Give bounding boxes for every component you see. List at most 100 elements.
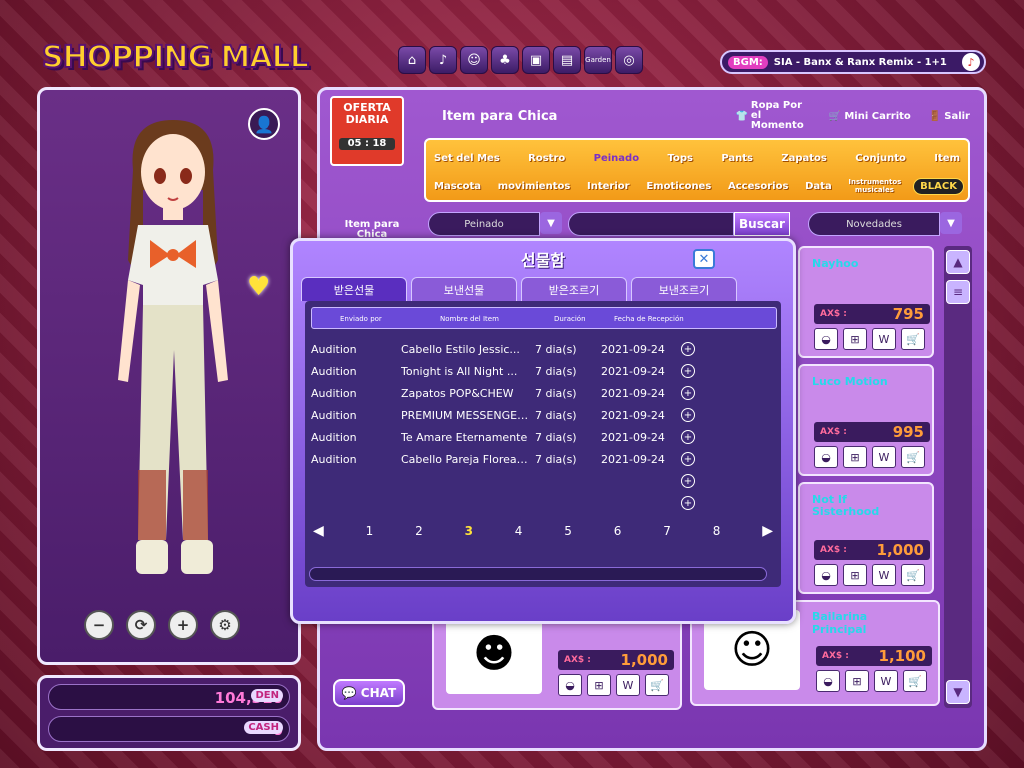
tab-black[interactable]: BLACK xyxy=(913,177,964,195)
side-category-label[interactable]: Item para Chica xyxy=(332,220,412,240)
next-page-icon[interactable]: ▶ xyxy=(762,523,773,539)
table-row[interactable]: Audition Te Amare Eternamente 7 dia(s) 2021… xyxy=(305,427,781,449)
cart-icon[interactable]: 🛒 xyxy=(901,446,925,468)
table-row[interactable]: Audition Cabello Estilo Jessic... 7 dia(s)… xyxy=(305,339,781,361)
prev-page-icon[interactable]: ◀ xyxy=(313,523,324,539)
tab-emoticones[interactable]: Emoticones xyxy=(642,181,715,192)
table-row[interactable]: Audition Tonight is All Night ... 7 dia(s)… xyxy=(305,361,781,383)
page-1[interactable]: 1 xyxy=(366,524,374,538)
tab-received-requests[interactable]: 받은조르기 xyxy=(521,277,627,301)
zoom-out-icon[interactable]: − xyxy=(84,610,114,640)
type-dropdown[interactable]: Peinado xyxy=(428,212,540,236)
cart-icon[interactable]: 🛒 xyxy=(901,564,925,586)
mini-cart-link[interactable]: 🛒 Mini Carrito xyxy=(829,111,911,122)
zoom-in-icon[interactable]: + xyxy=(168,610,198,640)
page-7[interactable]: 7 xyxy=(663,524,671,538)
page-8[interactable]: 8 xyxy=(713,524,721,538)
board-icon[interactable]: ▤ xyxy=(553,46,581,74)
table-row[interactable]: Audition Zapatos POP&CHEW 7 dia(s) 2021-09-… xyxy=(305,383,781,405)
page-3[interactable]: 3 xyxy=(465,524,473,538)
page-2[interactable]: 2 xyxy=(415,524,423,538)
item-name: Bailarina Principal xyxy=(812,610,868,636)
tab-movimientos[interactable]: movimientos xyxy=(494,181,575,192)
tab-conjunto[interactable]: Conjunto xyxy=(851,153,910,164)
tab-received-gifts[interactable]: 받은선물 xyxy=(301,277,407,301)
wish-icon[interactable]: W xyxy=(872,564,896,586)
try-on-icon[interactable]: ◒ xyxy=(814,446,838,468)
table-row[interactable]: AuditionPREMIUM MESSENGER PLUS7 dia(s)20… xyxy=(305,405,781,427)
close-icon[interactable]: ✕ xyxy=(693,249,715,269)
accept-icon[interactable]: + xyxy=(681,452,695,466)
tv-icon[interactable]: ▣ xyxy=(522,46,550,74)
tab-pants[interactable]: Pants xyxy=(717,153,757,164)
tab-peinado[interactable]: Peinado xyxy=(590,153,643,164)
accept-icon[interactable]: + xyxy=(681,474,695,488)
sort-dropdown[interactable]: Novedades xyxy=(808,212,940,236)
tab-rostro[interactable]: Rostro xyxy=(524,153,569,164)
search-button[interactable]: Buscar xyxy=(734,212,790,236)
tab-mascota[interactable]: Mascota xyxy=(430,181,485,192)
tab-sent-requests[interactable]: 보낸조르기 xyxy=(631,277,737,301)
item-card[interactable]: Nayhoo AX$ :795 ◒ ⊞ W 🛒 xyxy=(798,246,934,358)
accept-icon[interactable]: + xyxy=(681,496,695,510)
home-icon[interactable]: ⌂ xyxy=(398,46,426,74)
try-on-icon[interactable]: ◒ xyxy=(558,674,582,696)
exit-link[interactable]: 🚪 Salir xyxy=(929,111,970,122)
accept-icon[interactable]: + xyxy=(681,408,695,422)
chat-button[interactable]: 💬 CHAT xyxy=(333,679,405,707)
wish-icon[interactable]: W xyxy=(616,674,640,696)
cart-icon[interactable]: 🛒 xyxy=(903,670,927,692)
gift-icon[interactable]: ⊞ xyxy=(845,670,869,692)
chevron-down-icon[interactable]: ▼ xyxy=(540,212,562,234)
settings-icon[interactable]: ◎ xyxy=(615,46,643,74)
tab-set-del-mes[interactable]: Set del Mes xyxy=(430,153,504,164)
outfit-icon[interactable]: ⚙ xyxy=(210,610,240,640)
scroll-up-icon[interactable]: ▲ xyxy=(946,250,970,274)
item-card[interactable]: Not If Sisterhood AX$ :1,000 ◒ ⊞ W 🛒 xyxy=(798,482,934,594)
tab-instrumentos[interactable]: Instrumentos musicales xyxy=(844,178,904,194)
bgm-change-icon[interactable]: ♪ xyxy=(962,53,980,71)
garden-icon[interactable]: Garden xyxy=(584,46,612,74)
try-on-icon[interactable]: ◒ xyxy=(814,564,838,586)
chevron-down-icon[interactable]: ▼ xyxy=(940,212,962,234)
emote-icon[interactable]: ☺ xyxy=(460,46,488,74)
scroll-down-icon[interactable]: ▼ xyxy=(946,680,970,704)
profile-icon[interactable]: 👤 xyxy=(248,108,280,140)
tab-tops[interactable]: Tops xyxy=(663,153,696,164)
tab-zapatos[interactable]: Zapatos xyxy=(777,153,831,164)
club-icon[interactable]: ♣ xyxy=(491,46,519,74)
cart-icon[interactable]: 🛒 xyxy=(645,674,669,696)
scroll-thumb[interactable]: ≡ xyxy=(946,280,970,304)
music-icon[interactable]: ♪ xyxy=(429,46,457,74)
gift-icon[interactable]: ⊞ xyxy=(843,446,867,468)
gift-icon[interactable]: ⊞ xyxy=(843,564,867,586)
tab-interior[interactable]: Interior xyxy=(583,181,634,192)
table-row[interactable]: Audition Cabello Pareja Floreada 7 dia(s) 2… xyxy=(305,449,781,471)
wish-icon[interactable]: W xyxy=(874,670,898,692)
wish-icon[interactable]: W xyxy=(872,328,896,350)
outfit-link[interactable]: 👕 Ropa Por el Momento xyxy=(735,101,810,131)
tab-sent-gifts[interactable]: 보낸선물 xyxy=(411,277,517,301)
wish-icon[interactable]: W xyxy=(872,446,896,468)
tab-data[interactable]: Data xyxy=(801,181,836,192)
dialog-scrollbar[interactable] xyxy=(309,567,767,581)
search-input[interactable] xyxy=(568,212,734,236)
item-card[interactable]: Luco Motion AX$ :995 ◒ ⊞ W 🛒 xyxy=(798,364,934,476)
try-on-icon[interactable]: ◒ xyxy=(814,328,838,350)
page-5[interactable]: 5 xyxy=(564,524,572,538)
page-4[interactable]: 4 xyxy=(515,524,523,538)
gift-icon[interactable]: ⊞ xyxy=(587,674,611,696)
tab-item[interactable]: Item xyxy=(930,153,964,164)
accept-icon[interactable]: + xyxy=(681,430,695,444)
item-scrollbar[interactable]: ▲ ≡ ▼ xyxy=(944,246,972,708)
cart-icon[interactable]: 🛒 xyxy=(901,328,925,350)
rotate-icon[interactable]: ⟳ xyxy=(126,610,156,640)
gift-icon[interactable]: ⊞ xyxy=(843,328,867,350)
daily-offer-button[interactable]: OFERTA DIARIA 05 : 18 xyxy=(330,96,404,166)
accept-icon[interactable]: + xyxy=(681,364,695,378)
accept-icon[interactable]: + xyxy=(681,386,695,400)
try-on-icon[interactable]: ◒ xyxy=(816,670,840,692)
accept-icon[interactable]: + xyxy=(681,342,695,356)
tab-accesorios[interactable]: Accesorios xyxy=(724,181,792,192)
page-6[interactable]: 6 xyxy=(614,524,622,538)
